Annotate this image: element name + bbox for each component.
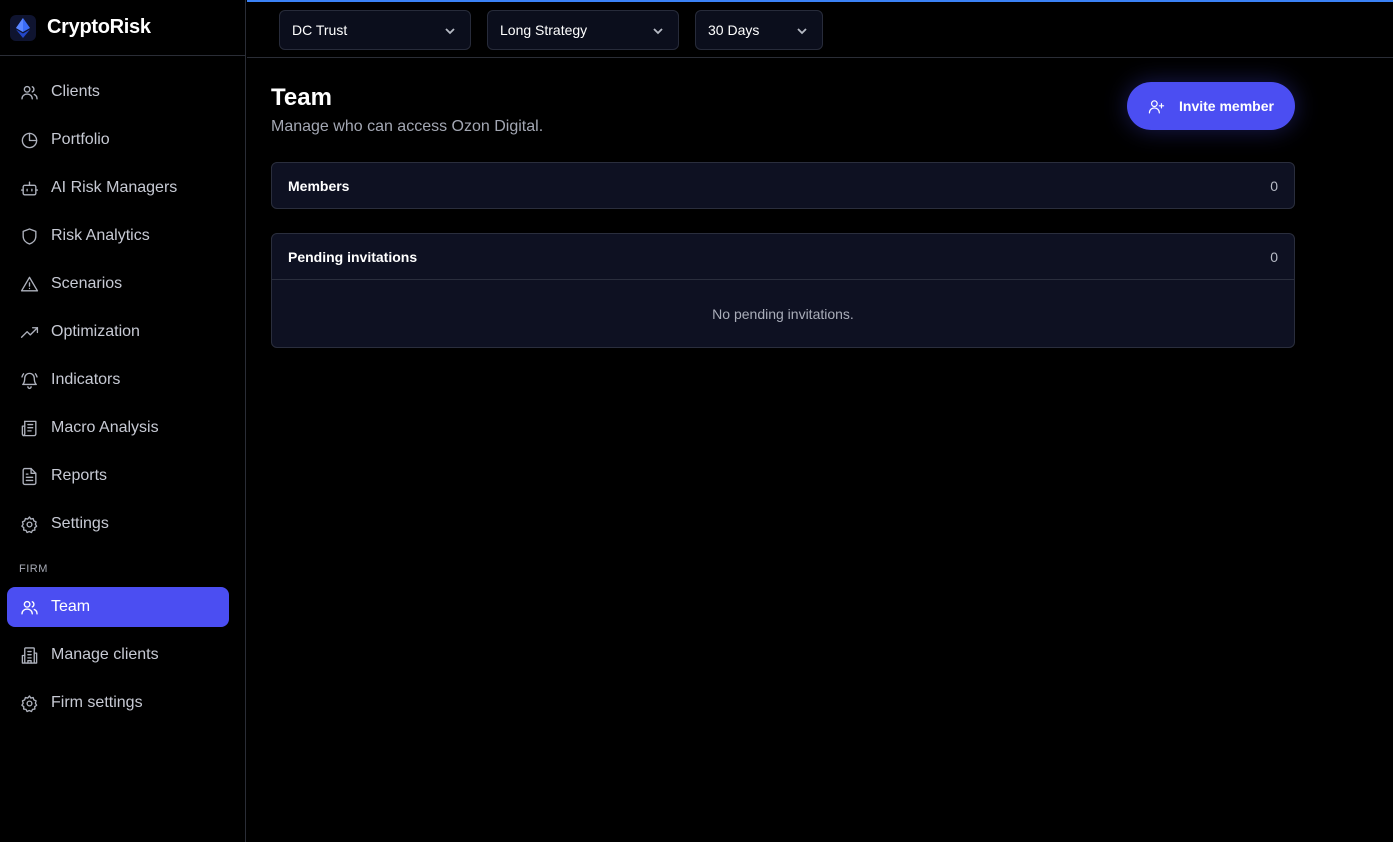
page-subtitle: Manage who can access Ozon Digital. bbox=[271, 118, 544, 135]
sidebar-item-label: Optimization bbox=[51, 323, 140, 340]
gear-icon bbox=[19, 514, 39, 534]
pending-invitations-count: 0 bbox=[1270, 248, 1278, 265]
sidebar-item-label: Settings bbox=[51, 515, 109, 532]
chevron-down-icon bbox=[444, 24, 456, 36]
sidebar-item-label: Scenarios bbox=[51, 275, 123, 292]
sidebar-item-portfolio[interactable]: Portfolio bbox=[7, 120, 229, 160]
users-icon bbox=[19, 82, 39, 102]
invite-member-label: Invite member bbox=[1179, 98, 1274, 114]
file-text-icon bbox=[19, 466, 39, 486]
sidebar: CryptoRisk Clients Portfolio AI Risk Man… bbox=[0, 0, 246, 842]
newspaper-icon bbox=[19, 418, 39, 438]
strategy-select[interactable]: Long Strategy bbox=[487, 10, 679, 50]
sidebar-item-indicators[interactable]: Indicators bbox=[7, 360, 229, 400]
pending-invitations-header[interactable]: Pending invitations 0 bbox=[272, 234, 1294, 279]
strategy-select-value: Long Strategy bbox=[500, 22, 588, 38]
sidebar-item-label: Reports bbox=[51, 467, 108, 484]
page-title: Team bbox=[271, 84, 332, 111]
topbar: DC Trust Long Strategy 30 Days bbox=[247, 0, 1393, 58]
bot-icon bbox=[19, 178, 39, 198]
sidebar-item-label: Portfolio bbox=[51, 131, 110, 148]
sidebar-item-settings[interactable]: Settings bbox=[7, 504, 229, 544]
sidebar-nav: Clients Portfolio AI Risk Managers Risk … bbox=[0, 56, 245, 723]
members-card-header[interactable]: Members 0 bbox=[272, 163, 1294, 208]
sidebar-item-clients[interactable]: Clients bbox=[7, 72, 229, 112]
sidebar-item-optimization[interactable]: Optimization bbox=[7, 312, 229, 352]
sidebar-item-label: Firm settings bbox=[51, 694, 143, 711]
sidebar-item-label: Indicators bbox=[51, 371, 121, 388]
sidebar-item-label: Risk Analytics bbox=[51, 227, 150, 244]
sidebar-item-ai-risk-managers[interactable]: AI Risk Managers bbox=[7, 168, 229, 208]
shield-icon bbox=[19, 226, 39, 246]
pending-invitations-card: Pending invitations 0 No pending invitat… bbox=[271, 233, 1295, 348]
pending-invitations-empty: No pending invitations. bbox=[272, 279, 1294, 347]
sidebar-item-label: Macro Analysis bbox=[51, 419, 159, 436]
warning-triangle-icon bbox=[19, 274, 39, 294]
pie-chart-icon bbox=[19, 130, 39, 150]
building-icon bbox=[19, 645, 39, 665]
sidebar-item-scenarios[interactable]: Scenarios bbox=[7, 264, 229, 304]
brand[interactable]: CryptoRisk bbox=[0, 0, 245, 56]
chevron-down-icon bbox=[652, 24, 664, 36]
members-count: 0 bbox=[1270, 177, 1278, 194]
user-plus-icon bbox=[1148, 99, 1165, 113]
members-card: Members 0 bbox=[271, 162, 1295, 209]
sidebar-item-macro-analysis[interactable]: Macro Analysis bbox=[7, 408, 229, 448]
gear-icon bbox=[19, 693, 39, 713]
period-select[interactable]: 30 Days bbox=[695, 10, 823, 50]
users-icon bbox=[19, 597, 39, 617]
client-select-value: DC Trust bbox=[292, 22, 348, 38]
chevron-down-icon bbox=[796, 24, 808, 36]
client-select[interactable]: DC Trust bbox=[279, 10, 471, 50]
sidebar-item-reports[interactable]: Reports bbox=[7, 456, 229, 496]
ethereum-logo-icon bbox=[10, 14, 36, 41]
invite-member-button[interactable]: Invite member bbox=[1127, 82, 1295, 130]
period-select-value: 30 Days bbox=[708, 22, 760, 38]
sidebar-item-manage-clients[interactable]: Manage clients bbox=[7, 635, 229, 675]
sidebar-item-risk-analytics[interactable]: Risk Analytics bbox=[7, 216, 229, 256]
sidebar-item-team[interactable]: Team bbox=[7, 587, 229, 627]
brand-name: CryptoRisk bbox=[47, 16, 151, 38]
section-label-firm: FIRM bbox=[19, 563, 48, 575]
bell-icon bbox=[19, 370, 39, 390]
pending-invitations-title: Pending invitations bbox=[288, 248, 418, 265]
sidebar-item-label: Team bbox=[51, 598, 91, 615]
members-title: Members bbox=[288, 177, 350, 194]
sidebar-item-firm-settings[interactable]: Firm settings bbox=[7, 683, 229, 723]
sidebar-item-label: Manage clients bbox=[51, 646, 159, 663]
sidebar-item-label: AI Risk Managers bbox=[51, 179, 178, 196]
sidebar-item-label: Clients bbox=[51, 83, 100, 100]
trending-up-icon bbox=[19, 322, 39, 342]
